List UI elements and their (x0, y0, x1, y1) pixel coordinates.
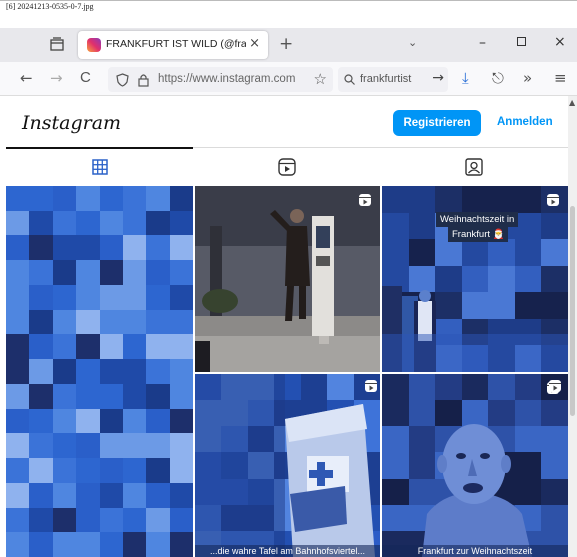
post-caption: Frankfurt zur Weihnachtszeit (382, 545, 568, 557)
tab-title: FRANKFURT IST WILD (@frankfu (106, 38, 246, 50)
share-icon[interactable]: ⎋ (492, 70, 504, 86)
bookmark-star-icon[interactable]: ☆ (314, 70, 327, 88)
list-all-tabs-icon[interactable]: ⌄ (408, 36, 417, 49)
lock-icon[interactable] (138, 73, 149, 87)
minimize-window-button[interactable]: – (479, 35, 486, 51)
pixelated-image (6, 186, 193, 557)
url-text[interactable]: https://www.instagram.com (158, 73, 298, 85)
post-frankfurt-weihnachtszeit[interactable]: Frankfurt zur Weihnachtszeit (382, 374, 568, 557)
profile-tabs (6, 147, 568, 185)
reel-badge-icon (365, 380, 377, 392)
image-caption: [6] 20241213-0535-0-7.jpg (6, 2, 94, 11)
tab-reels[interactable] (193, 148, 380, 186)
instagram-favicon-icon (87, 38, 101, 52)
forward-arrow-icon[interactable]: → (50, 70, 63, 86)
top-border (0, 0, 577, 1)
post-parking-meter[interactable] (195, 186, 380, 372)
container-image (195, 374, 375, 557)
new-tab-button[interactable]: + (279, 34, 293, 54)
scrollbar-thumb[interactable] (570, 206, 575, 416)
search-icon (344, 74, 355, 85)
browser-nav-bar: ← → C https://www.instagram.com ☆ frankf… (0, 62, 577, 96)
close-window-button[interactable]: × (554, 34, 566, 50)
grid-icon (91, 159, 108, 175)
back-arrow-icon[interactable]: ← (20, 70, 33, 86)
post-overlay-text: Weihnachtszeit in Frankfurt 🎅 (436, 212, 519, 242)
post-caption: ...die wahre Tafel am Bahnhofsviertel... (195, 545, 380, 557)
search-query[interactable]: frankfurtist (360, 73, 428, 85)
reel-badge-icon (547, 194, 559, 206)
tab-posts[interactable] (6, 147, 193, 185)
overflow-chevron-icon[interactable]: » (523, 70, 532, 86)
url-bar[interactable]: https://www.instagram.com ☆ (108, 67, 333, 92)
posts-grid: Weihnachtszeit in Frankfurt 🎅 ...die wah… (6, 186, 568, 557)
post-pixelated-large[interactable] (6, 186, 193, 557)
reel-badge-icon (549, 380, 561, 392)
tab-list-icon[interactable] (50, 37, 64, 51)
post-clothing-container[interactable]: ...die wahre Tafel am Bahnhofsviertel... (195, 374, 380, 557)
browser-tab-active[interactable]: FRANKFURT IST WILD (@frankfu × (78, 31, 268, 59)
register-button[interactable]: Registrieren (393, 110, 481, 136)
reel-badge-icon (359, 194, 371, 206)
instagram-page: Instagram Registrieren Anmelden ▲ Weihna… (0, 96, 577, 557)
tab-close-icon[interactable]: × (249, 36, 260, 51)
street-scene-image (195, 186, 380, 372)
tagged-person-icon (464, 158, 483, 176)
tab-tagged[interactable] (380, 148, 567, 186)
reload-icon[interactable]: C (80, 70, 91, 86)
instagram-logo[interactable]: Instagram (22, 112, 121, 134)
maximize-window-button[interactable] (517, 37, 526, 46)
app-menu-icon[interactable]: ≡ (554, 70, 567, 86)
scroll-up-icon[interactable]: ▲ (569, 98, 575, 107)
search-go-arrow-icon[interactable]: → (432, 70, 444, 86)
login-link[interactable]: Anmelden (497, 116, 553, 128)
shield-icon[interactable] (116, 73, 129, 87)
browser-tab-bar: FRANKFURT IST WILD (@frankfu × + ⌄ – × (0, 28, 577, 62)
search-input[interactable]: frankfurtist → (338, 67, 448, 92)
reels-icon (277, 158, 296, 176)
download-icon[interactable]: ⤓ (462, 70, 469, 86)
post-weihnachtszeit[interactable]: Weihnachtszeit in Frankfurt 🎅 (382, 186, 568, 372)
man-portrait-image (422, 424, 532, 557)
